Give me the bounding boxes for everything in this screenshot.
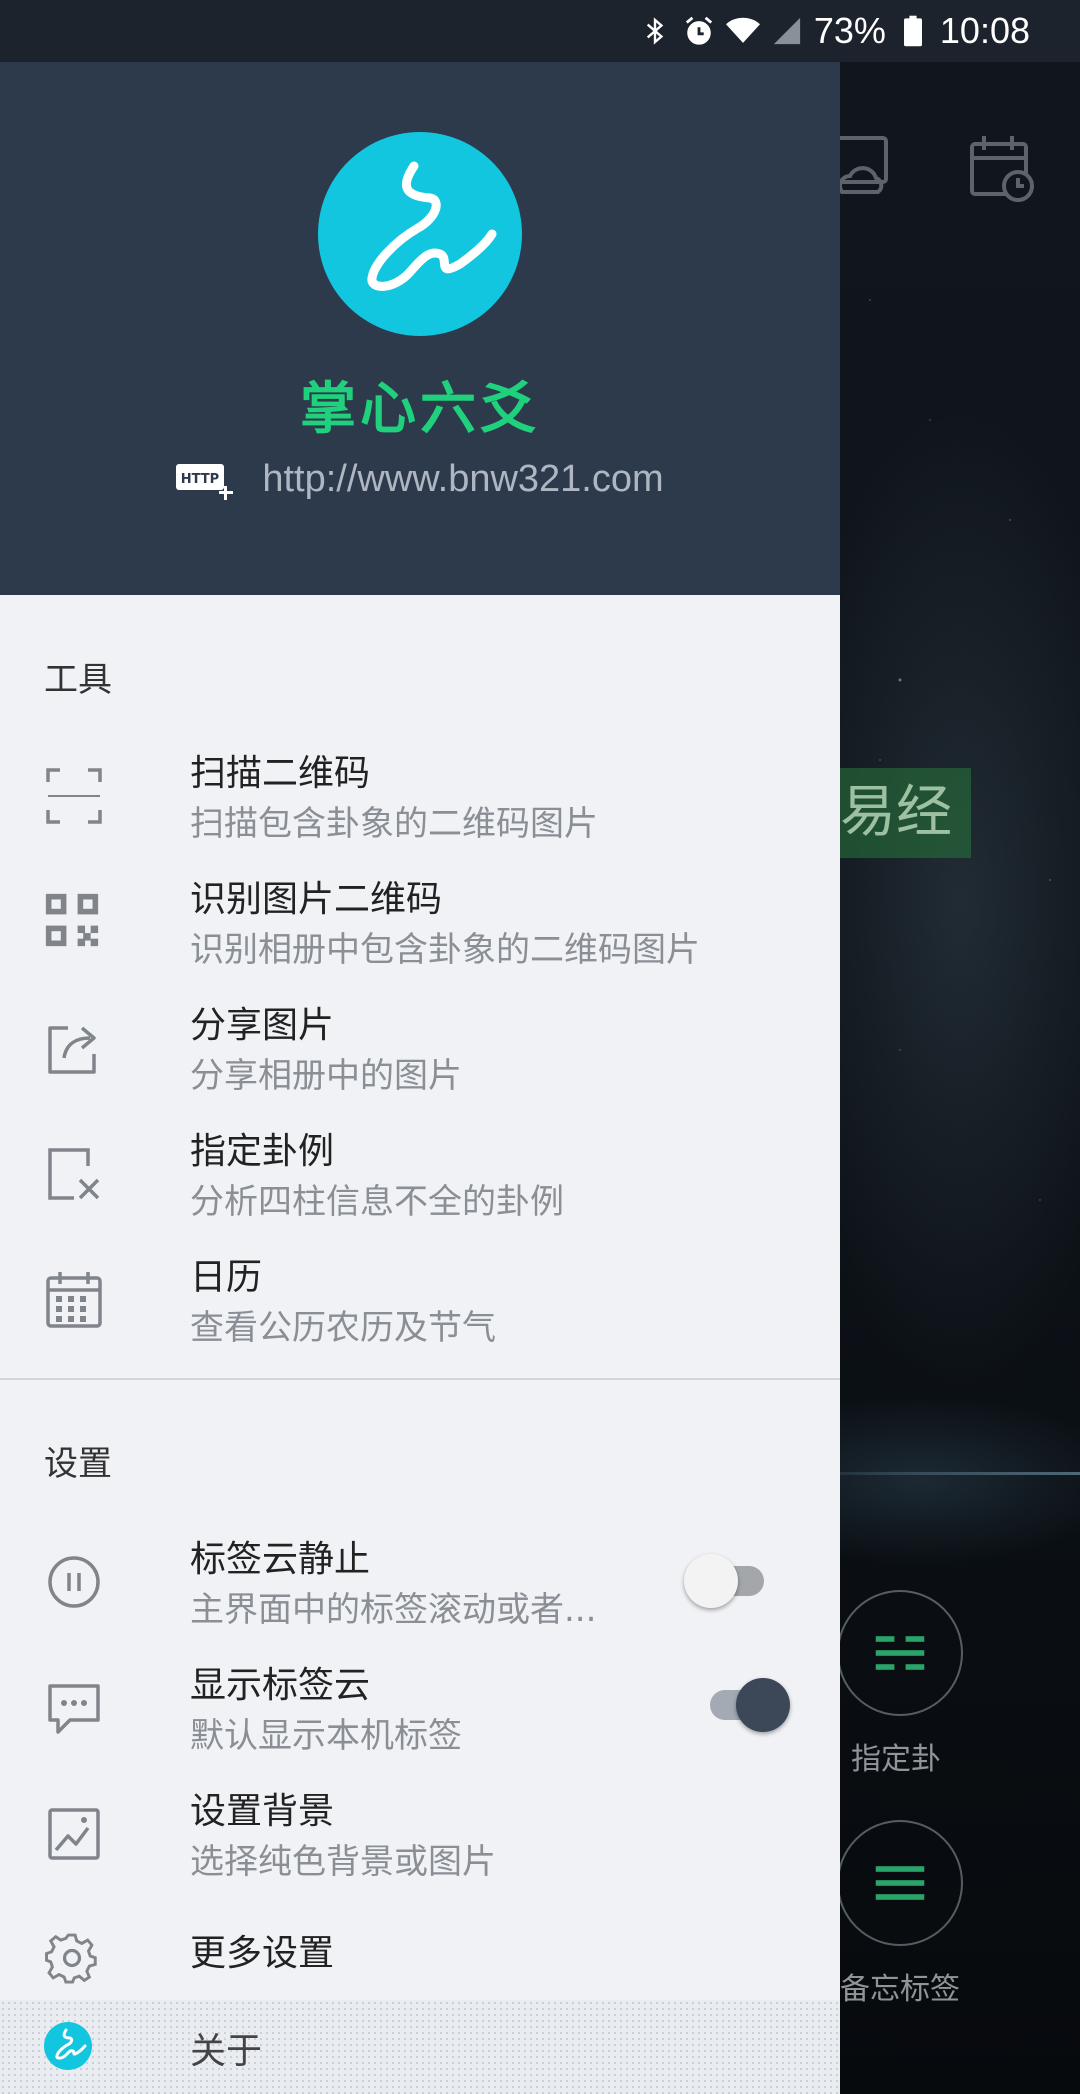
section-title-tools: 工具 [44,660,112,700]
image-icon [44,1804,104,1864]
menu-subtitle: 分析四柱信息不全的卦例 [190,1182,564,1222]
calendar-clock-icon[interactable] [966,132,1038,204]
menu-subtitle: 默认显示本机标签 [190,1716,462,1756]
trigram-icon [875,1866,925,1900]
tag-cloud-static-toggle[interactable] [684,1550,770,1610]
website-link[interactable]: HTTP http://www.bnw321.com [0,458,840,501]
about-bar[interactable]: 关于 [0,2000,840,2094]
menu-title: 显示标签云 [190,1665,371,1706]
menu-item-recognize-qr[interactable]: 识别图片二维码 识别相册中包含卦象的二维码图片 [0,868,840,994]
menu-subtitle: 分享相册中的图片 [190,1056,462,1096]
trigram-icon [875,1636,925,1670]
alarm-icon [682,14,716,48]
menu-item-scan-qr[interactable]: 扫描二维码 扫描包含卦象的二维码图片 [0,742,840,868]
edit-cross-icon [44,1144,104,1204]
menu-subtitle: 识别相册中包含卦象的二维码图片 [190,930,700,970]
clock: 10:08 [939,10,1030,51]
battery-percent: 73% [813,10,886,51]
show-tag-cloud-toggle[interactable] [704,1674,790,1734]
navigation-drawer: 掌心六爻 HTTP http://www.bnw321.com 工具 扫描二维码… [0,62,840,2094]
website-url[interactable]: http://www.bnw321.com [262,458,663,501]
pause-icon [44,1552,104,1612]
scan-icon [44,766,104,826]
menu-subtitle: 查看公历农历及节气 [190,1308,496,1348]
menu-item-calendar[interactable]: 日历 查看公历农历及节气 [0,1246,840,1372]
memo-tag-button[interactable] [837,1820,963,1946]
menu-title: 设置背景 [190,1791,335,1832]
http-add-icon: HTTP [176,460,234,500]
toggle-knob [736,1678,790,1732]
menu-item-tag-cloud-static[interactable]: 标签云静止 主界面中的标签滚动或者... [0,1528,840,1654]
toggle-knob [684,1554,738,1608]
menu-subtitle: 主界面中的标签滚动或者... [190,1590,597,1630]
menu-title: 日历 [190,1257,263,1298]
menu-item-show-tag-cloud[interactable]: 显示标签云 默认显示本机标签 [0,1654,840,1780]
memo-tag-label: 备忘标签 [840,1972,960,2007]
menu-title: 指定卦例 [190,1131,335,1172]
status-bar: 73% 10:08 [0,0,1080,62]
specify-gua-button[interactable] [837,1590,963,1716]
cell-signal-icon [770,14,804,48]
wifi-icon [725,14,760,48]
section-divider [0,1378,840,1380]
menu-item-share-image[interactable]: 分享图片 分享相册中的图片 [0,994,840,1120]
menu-item-specify-case[interactable]: 指定卦例 分析四柱信息不全的卦例 [0,1120,840,1246]
qr-code-icon [44,892,104,952]
menu-subtitle: 选择纯色背景或图片 [190,1842,496,1882]
drawer-header: 掌心六爻 HTTP http://www.bnw321.com [0,62,840,595]
horizon-line [840,1472,1080,1475]
svg-text:HTTP: HTTP [181,472,219,487]
menu-title: 更多设置 [190,1933,335,1974]
app-logo [318,132,522,336]
menu-title: 识别图片二维码 [190,879,443,920]
section-title-settings: 设置 [44,1444,112,1484]
menu-item-set-background[interactable]: 设置背景 选择纯色背景或图片 [0,1780,840,1906]
battery-icon [896,14,930,48]
share-icon [44,1018,104,1078]
bluetooth-icon [638,14,672,48]
chat-icon [44,1678,104,1738]
yijing-label[interactable]: 易经 [836,768,971,858]
specify-gua-label: 指定卦 [851,1742,941,1777]
menu-title: 扫描二维码 [190,753,371,794]
menu-title: 标签云静止 [190,1539,371,1580]
menu-subtitle: 扫描包含卦象的二维码图片 [190,804,598,844]
calendar-icon [44,1270,104,1330]
about-logo-icon [44,2022,92,2070]
gear-icon [44,1930,104,1990]
app-name: 掌心六爻 [300,377,540,442]
menu-title: 分享图片 [190,1005,335,1046]
about-label[interactable]: 关于 [190,2022,262,2074]
